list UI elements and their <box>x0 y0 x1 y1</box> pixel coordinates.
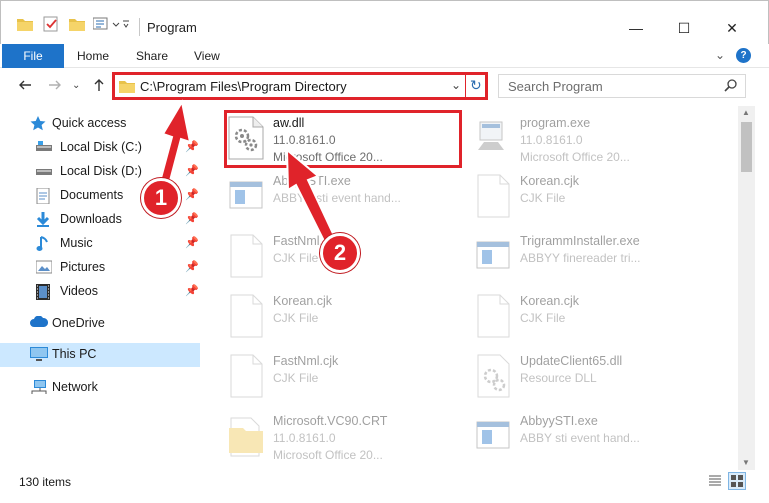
callout-1: 1 <box>141 178 181 218</box>
callout-2: 2 <box>320 233 360 273</box>
annotation-arrows <box>155 99 338 247</box>
